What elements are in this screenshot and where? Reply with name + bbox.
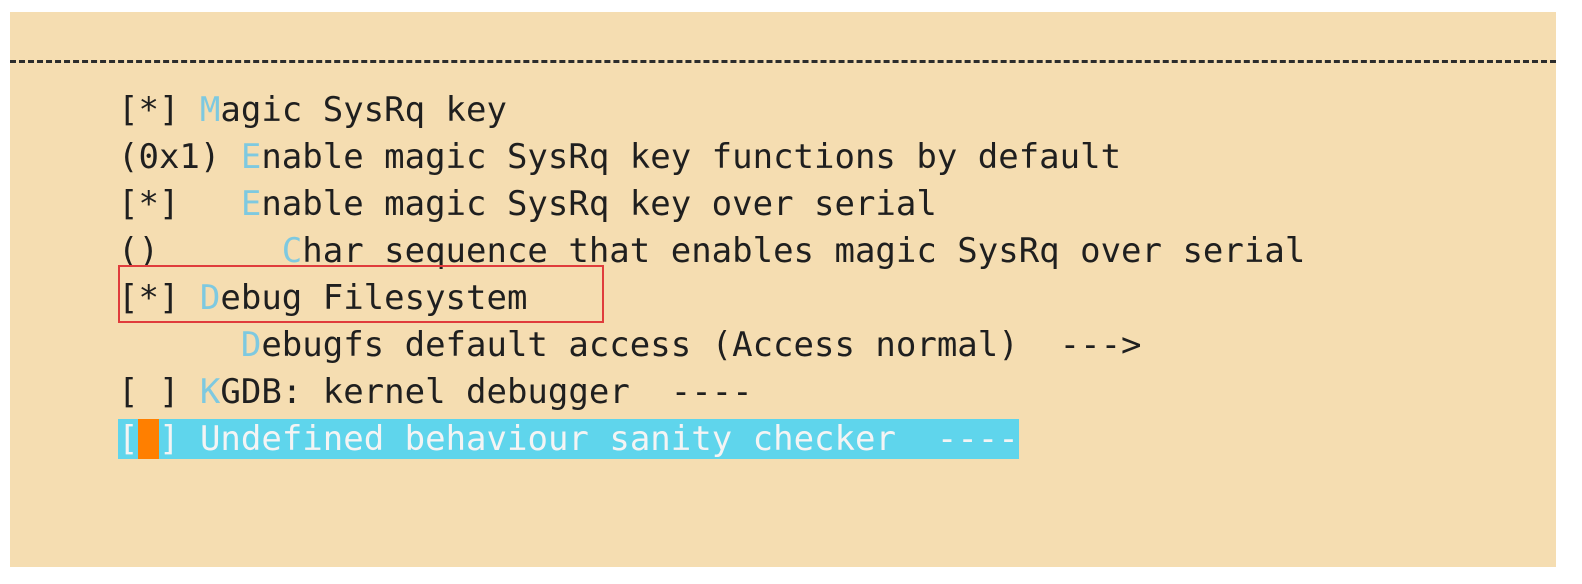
hotkey-letter: U: [199, 419, 221, 459]
menu-item-ubsan-selected[interactable]: [ ] Undefined behaviour sanity checker -…: [118, 419, 1019, 459]
menu-item-debugfs-default-access[interactable]: Debugfs default access (Access normal) -…: [118, 325, 1142, 365]
hotkey-letter: E: [240, 137, 262, 177]
menu-item-kgdb-kernel-debugger[interactable]: [ ] KGDB: kernel debugger ----: [118, 372, 753, 412]
menu-item-label: agic SysRq key: [220, 90, 507, 130]
hotkey-letter: E: [240, 184, 262, 224]
hotkey-letter: K: [199, 372, 221, 412]
value-field: (0x1): [118, 137, 221, 177]
menu-item-label: nable magic SysRq key functions by defau…: [261, 137, 1122, 177]
checkbox-open-bracket: [: [118, 419, 139, 459]
menu-item-label: ndefined behaviour sanity checker ----: [220, 419, 1019, 459]
menu-item-label: nable magic SysRq key over serial: [261, 184, 937, 224]
hotkey-letter: D: [240, 325, 262, 365]
text-cursor: [138, 419, 159, 459]
menu-item-magic-sysrq-key[interactable]: [*] Magic SysRq key: [118, 90, 507, 130]
menu-item-sysrq-over-serial[interactable]: [*] Enable magic SysRq key over serial: [118, 184, 937, 224]
checkbox-close-bracket: ]: [158, 419, 180, 459]
annotation-highlight-box: [118, 265, 604, 323]
menuconfig-panel: [*] Magic SysRq key (0x1) Enable magic S…: [10, 12, 1556, 567]
checkbox: [*]: [118, 184, 180, 224]
checkbox: [*]: [118, 90, 180, 130]
hotkey-letter: M: [199, 90, 221, 130]
menu-item-label: ebugfs default access (Access normal) --…: [261, 325, 1142, 365]
checkbox: [ ]: [118, 372, 180, 412]
menu-item-sysrq-default-functions[interactable]: (0x1) Enable magic SysRq key functions b…: [118, 137, 1121, 177]
menu-item-label: GDB: kernel debugger ----: [220, 372, 753, 412]
